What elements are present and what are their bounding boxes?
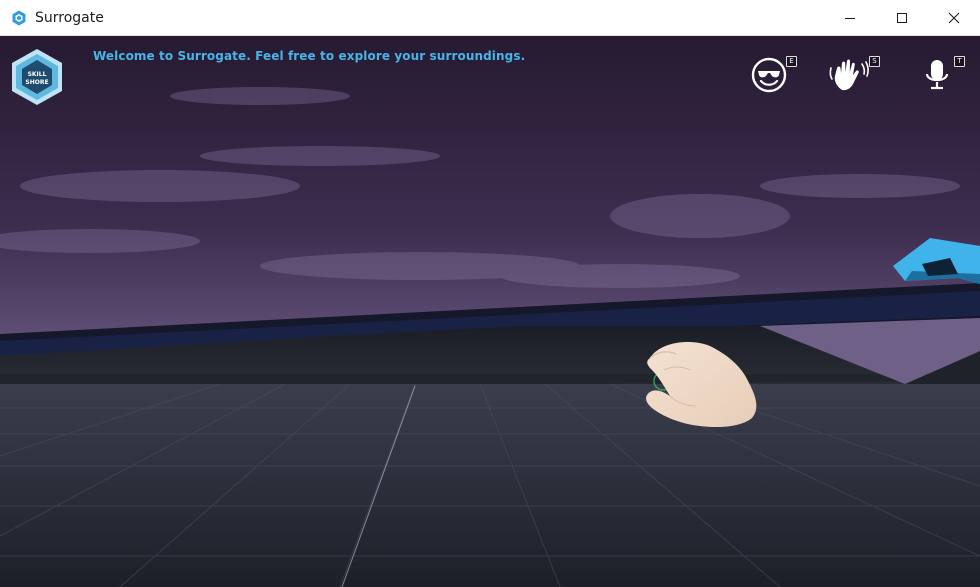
window-title: Surrogate [35,9,104,26]
scene-background [0,36,980,587]
maximize-icon [897,13,907,23]
microphone-key-hint: T [954,56,965,67]
maximize-button[interactable] [876,0,928,36]
microphone-icon [925,60,949,90]
wave-key-hint: S [869,56,880,67]
close-icon [948,12,960,24]
emote-sunglasses-icon [751,57,787,93]
close-button[interactable] [928,0,980,36]
logo-text-shore: SHORE [25,79,48,86]
minimize-button[interactable] [824,0,876,36]
wave-button[interactable]: S [828,56,880,99]
app-icon [12,10,26,25]
emote-key-hint: E [786,56,797,67]
minimize-icon [845,18,855,19]
logo-text-skill: SKILL [28,71,47,78]
microphone-button[interactable]: T [920,56,965,99]
skillshore-logo: SKILL SHORE [12,49,62,105]
window-titlebar[interactable]: Surrogate [0,0,980,36]
game-viewport[interactable]: SKILL SHORE Welcome to Surrogate. Feel f… [0,36,980,587]
welcome-message: Welcome to Surrogate. Feel free to explo… [93,49,526,63]
wave-hand-icon [829,59,869,91]
emote-button[interactable]: E [750,56,797,99]
